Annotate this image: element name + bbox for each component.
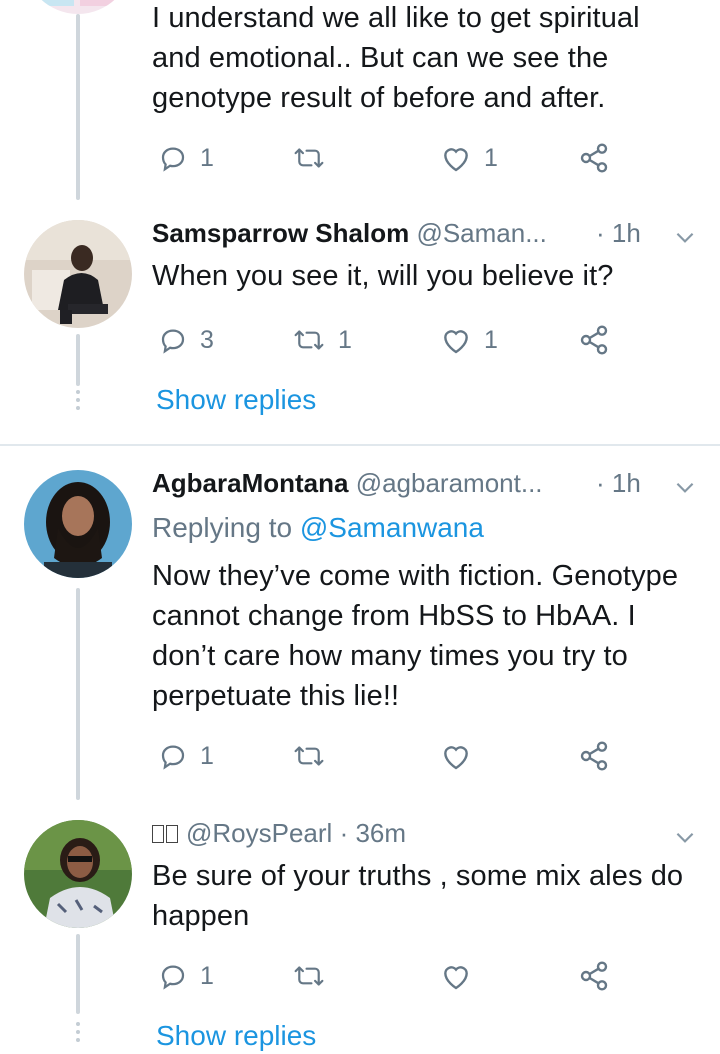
share-button[interactable] xyxy=(578,320,610,360)
retweet-icon xyxy=(294,330,324,350)
timestamp[interactable]: · 36m xyxy=(340,818,406,848)
reply-icon xyxy=(161,965,185,990)
thread-line xyxy=(76,334,80,386)
share-icon xyxy=(580,961,608,991)
reply-icon xyxy=(161,745,185,770)
avatar[interactable] xyxy=(24,820,132,928)
thread-line xyxy=(76,588,80,800)
chevron-down-icon[interactable] xyxy=(672,224,698,250)
like-button[interactable]: 1 xyxy=(440,320,498,360)
like-icon xyxy=(444,966,468,990)
share-icon xyxy=(580,741,608,771)
replying-prefix: Replying to xyxy=(152,512,293,543)
display-name[interactable]: Samsparrow Shalom xyxy=(152,218,409,248)
chevron-down-icon[interactable] xyxy=(672,474,698,500)
reply-button[interactable]: 3 xyxy=(158,320,214,360)
avatar[interactable] xyxy=(24,470,132,578)
emoji-glyph xyxy=(152,825,164,843)
tweet-header: Samsparrow Shalom @Saman... xyxy=(152,216,547,250)
reply-button[interactable]: 1 xyxy=(158,956,214,996)
tweet-text: When you see it, will you believe it? xyxy=(152,260,614,292)
thread-line xyxy=(76,934,80,1014)
like-icon xyxy=(444,148,468,172)
like-count: 1 xyxy=(484,143,498,172)
reply-icon xyxy=(161,147,185,172)
retweet-button[interactable]: 1 xyxy=(292,320,352,360)
retweet-button[interactable] xyxy=(292,736,326,776)
like-count: 1 xyxy=(484,325,498,354)
timestamp[interactable]: · 1h xyxy=(596,466,641,500)
replying-to: Replying to @Samanwana xyxy=(152,510,484,546)
thread-dots xyxy=(76,390,80,414)
like-icon xyxy=(444,746,468,770)
like-button[interactable]: 1 xyxy=(440,138,498,178)
reply-count: 1 xyxy=(200,961,214,990)
divider xyxy=(0,444,720,446)
tweet-header: @RoysPearl · 36m xyxy=(152,816,406,850)
retweet-icon xyxy=(294,148,324,168)
handle[interactable]: @RoysPearl xyxy=(186,818,332,848)
thread-line xyxy=(76,14,80,200)
retweet-button[interactable] xyxy=(292,956,326,996)
like-icon xyxy=(444,330,468,354)
tweet-text: Be sure of your truths , some mix ales d… xyxy=(152,860,684,932)
share-icon xyxy=(580,325,608,355)
retweet-button[interactable] xyxy=(292,138,326,178)
reply-icon xyxy=(161,329,185,354)
share-button[interactable] xyxy=(578,956,610,996)
like-button[interactable] xyxy=(440,956,472,996)
reply-count: 1 xyxy=(200,143,214,172)
avatar[interactable] xyxy=(24,220,132,328)
reply-count: 1 xyxy=(200,741,214,770)
share-button[interactable] xyxy=(578,736,610,776)
show-replies-link[interactable]: Show replies xyxy=(156,1020,316,1052)
retweet-count: 1 xyxy=(338,325,352,354)
tweet-actions: 1 xyxy=(152,736,632,776)
timestamp[interactable]: · 1h xyxy=(596,216,641,250)
tweet-header: AgbaraMontana @agbaramont... xyxy=(152,466,543,500)
handle[interactable]: @agbaramont... xyxy=(356,468,543,498)
emoji-glyph xyxy=(166,825,178,843)
tweet-actions: 1 1 xyxy=(152,138,632,178)
mention-link[interactable]: @Samanwana xyxy=(300,512,484,543)
retweet-icon xyxy=(294,966,324,986)
reply-button[interactable]: 1 xyxy=(158,736,214,776)
tweet-actions: 1 xyxy=(152,956,632,996)
show-replies-link[interactable]: Show replies xyxy=(156,384,316,416)
share-button[interactable] xyxy=(578,138,610,178)
tweet-actions: 3 1 1 xyxy=(152,320,632,360)
handle[interactable]: @Saman... xyxy=(416,218,546,248)
tweet-text: Now they’ve come with fiction. Genotype … xyxy=(152,560,679,712)
tweet-text: I understand we all like to get spiritua… xyxy=(152,2,640,114)
reply-count: 3 xyxy=(200,325,214,354)
like-button[interactable] xyxy=(440,736,472,776)
retweet-icon xyxy=(294,746,324,766)
chevron-down-icon[interactable] xyxy=(672,824,698,850)
thread-dots xyxy=(76,1022,80,1046)
avatar[interactable] xyxy=(24,0,132,14)
share-icon xyxy=(580,143,608,173)
display-name[interactable]: AgbaraMontana xyxy=(152,468,348,498)
reply-button[interactable]: 1 xyxy=(158,138,214,178)
